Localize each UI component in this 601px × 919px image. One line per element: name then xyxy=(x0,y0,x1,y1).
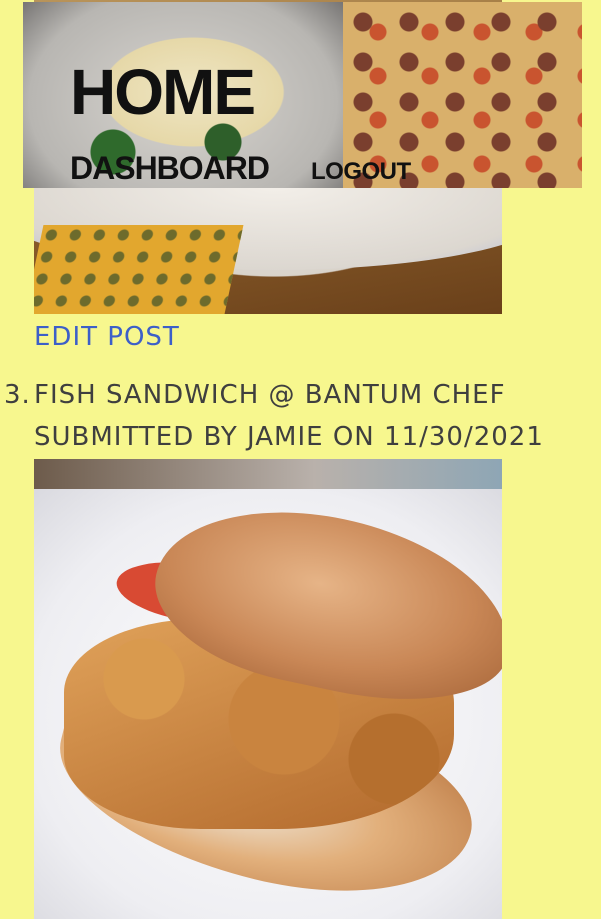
logout-link[interactable]: LOGOUT xyxy=(311,158,411,186)
dashboard-link[interactable]: DASHBOARD xyxy=(70,150,270,187)
post-submission-info: SUBMITTED BY JAMIE ON 11/30/2021 xyxy=(34,422,544,452)
header-banner: HOME DASHBOARD LOGOUT xyxy=(23,2,582,188)
post-number: 3. xyxy=(4,380,31,410)
edit-post-link[interactable]: EDIT POST xyxy=(34,322,180,352)
site-title-home-link[interactable]: HOME xyxy=(70,60,256,124)
post-photo-fish-sandwich xyxy=(34,459,502,919)
nav-links: DASHBOARD LOGOUT xyxy=(70,150,411,187)
post-title: FISH SANDWICH @ BANTUM CHEF xyxy=(34,380,506,410)
tablecloth xyxy=(34,225,244,314)
